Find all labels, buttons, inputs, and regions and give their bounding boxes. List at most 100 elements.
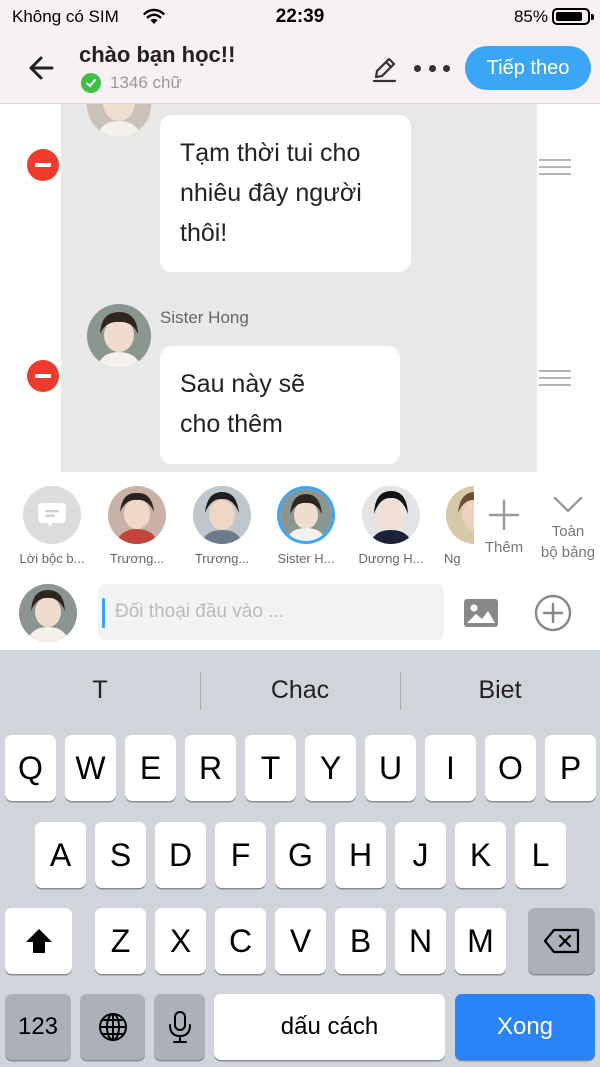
key[interactable]: J	[395, 822, 446, 888]
globe-icon	[98, 1013, 127, 1041]
key[interactable]: S	[95, 822, 146, 888]
message-line: Tạm thời tui cho	[180, 139, 361, 167]
expand-label-line: bộ bảng	[540, 544, 596, 561]
word-count: 1346 chữ	[110, 73, 182, 92]
backspace-icon	[543, 928, 579, 954]
character-item[interactable]: Trương...	[96, 486, 178, 566]
key[interactable]: C	[215, 908, 266, 974]
shift-icon	[25, 929, 52, 953]
speaker-avatar	[87, 304, 151, 368]
battery-icon	[552, 8, 594, 25]
key[interactable]: A	[35, 822, 86, 888]
back-arrow-icon[interactable]	[22, 50, 62, 86]
character-label: Trương...	[109, 551, 165, 566]
status-bar: Không có SIM 22:39 85%	[0, 0, 600, 34]
key[interactable]: V	[275, 908, 326, 974]
message-bubble[interactable]: Sau này sẽ cho thêm	[160, 346, 400, 464]
drag-handle-icon[interactable]	[539, 159, 571, 175]
message-bubble[interactable]: Tạm thời tui cho nhiêu đây người thôi!	[160, 115, 411, 272]
key[interactable]: K	[455, 822, 506, 888]
key[interactable]: D	[155, 822, 206, 888]
key[interactable]: Q	[5, 735, 56, 801]
image-icon[interactable]	[463, 598, 499, 628]
key[interactable]: U	[365, 735, 416, 801]
add-character-button[interactable]: Thêm	[480, 498, 528, 556]
clock: 22:39	[275, 6, 325, 27]
message-line: thôi!	[180, 219, 228, 247]
character-strip: Lời bộc b... Trương... Trương... Sister …	[0, 472, 600, 576]
key[interactable]: B	[335, 908, 386, 974]
expand-label-line: Toàn	[551, 523, 585, 540]
dialogue-input[interactable]: Đối thoại đầu vào ...	[98, 584, 444, 640]
key[interactable]: I	[425, 735, 476, 801]
word-count-row: 1346 chữ	[81, 73, 182, 93]
globe-key[interactable]	[80, 994, 145, 1060]
key[interactable]: R	[185, 735, 236, 801]
key[interactable]: X	[155, 908, 206, 974]
key[interactable]: H	[335, 822, 386, 888]
character-avatar	[193, 486, 251, 544]
key[interactable]: W	[65, 735, 116, 801]
plus-icon	[488, 499, 520, 531]
character-label: Ng	[444, 551, 461, 566]
key[interactable]: N	[395, 908, 446, 974]
done-key[interactable]: Xong	[455, 994, 595, 1060]
key[interactable]: E	[125, 735, 176, 801]
message-line: nhiêu đây người	[180, 179, 362, 207]
message-line: Sau này sẽ	[180, 370, 306, 398]
check-icon	[81, 73, 101, 93]
more-dots-icon[interactable]	[414, 62, 450, 74]
dialogue-input-row: Đối thoại đầu vào ...	[0, 576, 600, 650]
microphone-icon	[168, 1011, 191, 1043]
editor-header: chào bạn học!! 1346 chữ Tiếp theo	[0, 34, 600, 104]
shift-key[interactable]	[5, 908, 72, 974]
text-caret	[102, 598, 105, 628]
key[interactable]: O	[485, 735, 536, 801]
chevron-down-icon	[553, 496, 583, 513]
character-avatar	[277, 486, 335, 544]
key[interactable]: Z	[95, 908, 146, 974]
character-item-selected[interactable]: Sister H...	[265, 486, 347, 566]
key[interactable]: G	[275, 822, 326, 888]
key[interactable]: L	[515, 822, 566, 888]
page-title: chào bạn học!!	[79, 42, 236, 67]
character-label: Sister H...	[277, 551, 335, 566]
numbers-key[interactable]: 123	[5, 994, 71, 1060]
battery-percent: 85%	[513, 7, 548, 26]
dialogue-list: Tạm thời tui cho nhiêu đây người thôi! S…	[0, 104, 600, 472]
keyboard: T Chac Biet Q W E R T Y U I O P A S D F …	[0, 650, 600, 1067]
drag-handle-icon[interactable]	[539, 370, 571, 386]
pencil-icon[interactable]	[368, 54, 400, 84]
suggestion[interactable]: Chac	[200, 650, 400, 730]
plus-circle-icon[interactable]	[534, 594, 572, 632]
character-item[interactable]: Ng	[434, 486, 474, 566]
character-label: Lời bộc b...	[19, 551, 85, 566]
character-label: Trương...	[194, 551, 250, 566]
suggestion[interactable]: T	[0, 650, 200, 730]
key[interactable]: P	[545, 735, 596, 801]
remove-icon[interactable]	[27, 149, 59, 181]
character-avatar	[446, 486, 474, 544]
character-avatar	[362, 486, 420, 544]
character-label: Dương H...	[358, 551, 424, 566]
key[interactable]: F	[215, 822, 266, 888]
character-avatar	[108, 486, 166, 544]
message-line: cho thêm	[180, 410, 283, 438]
key[interactable]: M	[455, 908, 506, 974]
character-item[interactable]: Dương H...	[350, 486, 432, 566]
character-narrator[interactable]: Lời bộc b...	[11, 486, 93, 566]
key[interactable]: T	[245, 735, 296, 801]
character-item[interactable]: Trương...	[181, 486, 263, 566]
space-key[interactable]: dấu cách	[214, 994, 445, 1060]
current-speaker-avatar[interactable]	[19, 584, 77, 642]
narrator-icon	[23, 486, 81, 544]
expand-all-button[interactable]: Toàn bộ bảng	[536, 492, 600, 563]
key[interactable]: Y	[305, 735, 356, 801]
sender-name: Sister Hong	[160, 308, 249, 327]
suggestion[interactable]: Biet	[400, 650, 600, 730]
add-character-label: Thêm	[484, 539, 524, 556]
next-button[interactable]: Tiếp theo	[465, 46, 591, 90]
backspace-key[interactable]	[528, 908, 595, 974]
remove-icon[interactable]	[27, 360, 59, 392]
microphone-key[interactable]	[154, 994, 205, 1060]
